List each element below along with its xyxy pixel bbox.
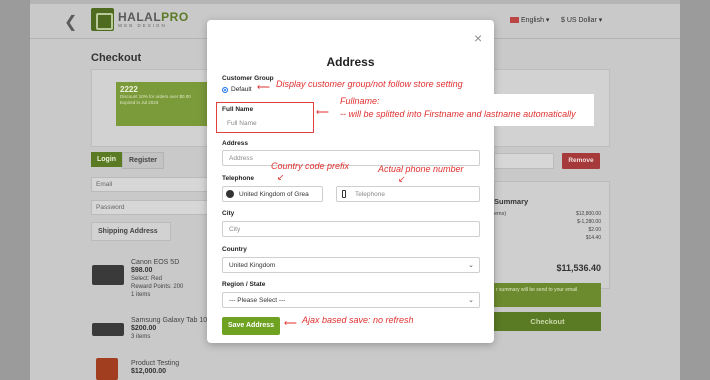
customer-group-option[interactable]: Default <box>222 86 252 93</box>
customer-group-value: Default <box>231 86 252 93</box>
city-label: City <box>222 210 235 217</box>
shipping-address-button[interactable]: Shipping Address <box>91 222 171 241</box>
register-tab[interactable]: Register <box>122 152 165 169</box>
coupon-input[interactable] <box>494 153 554 169</box>
language-label: English ▾ <box>521 17 550 24</box>
region-value: --- Please Select --- <box>229 297 286 304</box>
coupon-code: 2222 <box>120 85 138 94</box>
city-input[interactable]: City <box>222 221 480 237</box>
summary-values: $12,800.00 $-1,280.00 $2.00 $14.40 <box>560 210 601 242</box>
address-label: Address <box>222 140 249 147</box>
product-qty: 1 items <box>131 292 151 298</box>
telephone-input[interactable]: Telephone <box>336 186 480 202</box>
checkout-button[interactable]: Checkout <box>494 312 601 331</box>
chevron-down-icon: ⌄ <box>468 297 474 304</box>
product-name: Samsung Galaxy Tab 10.1 <box>131 317 213 324</box>
annotation-fullname-title: Fullname: <box>340 96 380 106</box>
product-item: Canon EOS 5D $98.00 Select: Red Reward P… <box>131 259 183 299</box>
coupon-card[interactable]: 2222 Discount 10% for orders over $0.00 … <box>116 82 210 126</box>
close-icon[interactable]: × <box>474 30 482 46</box>
back-chevron-icon[interactable]: ❮ <box>64 12 77 32</box>
country-value: United Kingdom <box>229 262 276 269</box>
fullname-highlight <box>216 102 314 133</box>
product-item: Samsung Galaxy Tab 10.1 $200.00 3 items <box>131 317 213 341</box>
logo-subtitle: WEB DESIGN <box>118 23 167 28</box>
product-name: Canon EOS 5D <box>131 259 180 266</box>
save-address-button[interactable]: Save Address <box>222 317 280 335</box>
country-label: Country <box>222 246 247 253</box>
radio-selected-icon[interactable] <box>222 86 228 93</box>
logo-accent: PRO <box>161 10 189 24</box>
login-tab[interactable]: Login <box>91 152 123 167</box>
product-price: $12,000.00 <box>131 368 167 375</box>
email-field[interactable]: Email <box>91 177 209 192</box>
summary-value: $2.00 <box>588 227 601 233</box>
product-option: Reward Points: 200 <box>131 284 184 290</box>
summary-value: $12,800.00 <box>575 211 601 217</box>
country-code-select[interactable]: United Kingdom of Grea <box>222 186 323 202</box>
annotation-country-code: Country code prefix <box>271 161 350 171</box>
checkout-title: Checkout <box>91 52 142 64</box>
region-select[interactable]: --- Please Select --- ⌄ <box>222 292 480 308</box>
annotation-phone: Actual phone number <box>378 164 464 174</box>
annotation-save: Ajax based save: no refresh <box>302 315 414 325</box>
remove-button[interactable]: Remove <box>562 153 600 169</box>
customer-group-label: Customer Group <box>222 75 274 82</box>
globe-icon <box>226 190 234 198</box>
camera-product-image <box>92 265 124 285</box>
summary-items-label: ems) <box>494 211 507 217</box>
annotation-fullname-detail: -- will be splitted into Firstname and l… <box>340 109 576 119</box>
summary-total: $11,536.40 <box>556 263 601 273</box>
book-product-image <box>96 358 118 380</box>
flag-icon <box>510 17 519 24</box>
summary-note: r summary will be send to your email <box>494 283 601 307</box>
annotation-customer-group: Display customer group/not follow store … <box>276 79 463 89</box>
region-label: Region / State <box>222 281 266 288</box>
country-select[interactable]: United Kingdom ⌄ <box>222 257 480 273</box>
chevron-down-icon: ⌄ <box>468 262 474 269</box>
logo-text: HALALPRO <box>118 10 189 24</box>
product-qty: 3 items <box>131 334 151 340</box>
annotation-arrow-icon: ↙ <box>398 174 406 184</box>
logo-icon <box>91 8 114 31</box>
annotation-arrow-icon: ⟵ <box>284 318 297 328</box>
summary-title: Summary <box>494 197 529 206</box>
password-field[interactable]: Password <box>91 200 209 215</box>
telephone-label: Telephone <box>222 175 255 182</box>
language-selector[interactable]: English ▾ <box>510 16 549 24</box>
product-name: Product Testing <box>131 360 180 367</box>
coupon-expiry: Expired in Jul 2023 <box>120 100 159 105</box>
annotation-arrow-icon: ⟵ <box>257 82 270 92</box>
phone-icon <box>342 190 346 198</box>
summary-value: $14.40 <box>585 235 601 241</box>
product-price: $200.00 <box>131 325 157 332</box>
product-price: $98.00 <box>131 267 153 274</box>
tablet-product-image <box>92 323 124 336</box>
annotation-arrow-icon: ↙ <box>277 172 285 182</box>
currency-selector[interactable]: $ US Dollar ▾ <box>561 16 602 24</box>
logo-main: HALAL <box>118 10 162 24</box>
summary-value: $-1,280.00 <box>577 219 601 225</box>
product-option: Select: Red <box>131 276 163 282</box>
product-item: Product Testing $12,000.00 <box>131 360 179 376</box>
modal-title: Address <box>326 55 375 69</box>
top-bar <box>30 0 680 4</box>
annotation-arrow-icon: ⟵ <box>316 107 329 117</box>
